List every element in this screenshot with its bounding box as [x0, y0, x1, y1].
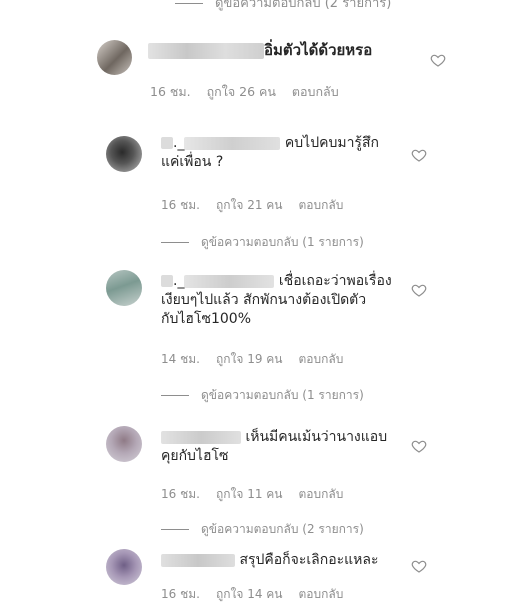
comment-text: คบไปคบมารู้สึก	[280, 135, 379, 151]
comment-meta: 16 ชม. ถูกใจ 26 คน ตอบกลับ	[150, 82, 355, 102]
comment-time: 16 ชม.	[161, 198, 200, 212]
comment-likes[interactable]: ถูกใจ 26 คน	[207, 84, 276, 99]
view-replies-link[interactable]: ดูข้อความตอบกลับ (2 รายการ)	[161, 520, 364, 539]
comment-time: 14 ชม.	[161, 352, 200, 366]
avatar[interactable]	[106, 270, 142, 306]
comment-text: เงียบๆไปแล้ว สักพักนางต้องเปิดตัว	[161, 292, 367, 308]
divider-line	[161, 242, 189, 243]
blurred-username	[184, 136, 281, 150]
comment-meta: 14 ชม. ถูกใจ 19 คน ตอบกลับ	[161, 350, 359, 369]
reply-button[interactable]: ตอบกลับ	[299, 587, 344, 601]
view-replies-label: ดูข้อความตอบกลับ (2 รายการ)	[215, 0, 392, 11]
comment-text: คุยกับไฮโซ	[161, 448, 229, 464]
reply-button[interactable]: ตอบกลับ	[299, 487, 344, 501]
comment-likes[interactable]: ถูกใจ 11 คน	[216, 487, 283, 501]
comment-meta: 16 ชม. ถูกใจ 11 คน ตอบกลับ	[161, 485, 359, 504]
reply-button[interactable]: ตอบกลับ	[299, 352, 344, 366]
avatar[interactable]	[97, 40, 132, 75]
view-replies-link-top[interactable]: ดูข้อความตอบกลับ (2 รายการ)	[175, 0, 391, 13]
avatar[interactable]	[106, 549, 142, 585]
comment-text: กับไฮโซ100%	[161, 311, 251, 327]
comment-meta: 16 ชม. ถูกใจ 14 คน ตอบกลับ	[161, 585, 359, 604]
blurred-username	[161, 275, 173, 287]
view-replies-link[interactable]: ดูข้อความตอบกลับ (1 รายการ)	[161, 386, 364, 405]
comment-time: 16 ชม.	[161, 587, 200, 601]
comment-reply-4: สรุปคือก็จะเลิกอะแหละ	[161, 551, 411, 570]
reply-button[interactable]: ตอบกลับ	[299, 198, 344, 212]
view-replies-label: ดูข้อความตอบกลับ (2 รายการ)	[201, 522, 364, 536]
heart-outline-icon[interactable]	[430, 52, 446, 68]
comment-main: อิ่มตัวได้ด้วยหรอ	[148, 38, 372, 62]
comment-text: อิ่มตัวได้ด้วยหรอ	[264, 41, 373, 59]
divider-line	[161, 529, 189, 530]
view-replies-link[interactable]: ดูข้อความตอบกลับ (1 รายการ)	[161, 233, 364, 252]
comment-time: 16 ชม.	[150, 84, 191, 99]
comment-text: สรุปคือก็จะเลิกอะแหละ	[235, 552, 379, 568]
heart-outline-icon[interactable]	[411, 438, 427, 454]
heart-outline-icon[interactable]	[411, 558, 427, 574]
comment-reply-2: ._ เชื่อเถอะว่าพอเรื่อง เงียบๆไปแล้ว สักพ…	[161, 273, 392, 327]
blurred-username	[161, 430, 241, 444]
avatar[interactable]	[106, 426, 142, 462]
view-replies-label: ดูข้อความตอบกลับ (1 รายการ)	[201, 235, 364, 249]
blurred-username	[161, 137, 173, 149]
blurred-username	[161, 553, 235, 567]
comment-time: 16 ชม.	[161, 487, 200, 501]
comment-likes[interactable]: ถูกใจ 14 คน	[216, 587, 283, 601]
reply-button[interactable]: ตอบกลับ	[292, 84, 339, 99]
divider-line	[175, 3, 203, 4]
blurred-username	[184, 274, 275, 288]
avatar[interactable]	[106, 136, 142, 172]
view-replies-label: ดูข้อความตอบกลับ (1 รายการ)	[201, 388, 364, 402]
comment-text: เชื่อเถอะว่าพอเรื่อง	[274, 273, 392, 289]
comment-likes[interactable]: ถูกใจ 19 คน	[216, 352, 283, 366]
comment-text: เห็นมีคนเม้นว่านางแอบ	[241, 429, 388, 445]
heart-outline-icon[interactable]	[411, 282, 427, 298]
comment-meta: 16 ชม. ถูกใจ 21 คน ตอบกลับ	[161, 196, 359, 215]
blurred-username	[148, 42, 264, 59]
divider-line	[161, 395, 189, 396]
comment-text: แค่เพื่อน ?	[161, 154, 224, 170]
comment-reply-3: เห็นมีคนเม้นว่านางแอบคุยกับไฮโซ	[161, 428, 401, 466]
comment-reply-1: ._ คบไปคบมารู้สึก แค่เพื่อน ?	[161, 135, 379, 170]
comment-likes[interactable]: ถูกใจ 21 คน	[216, 198, 283, 212]
heart-outline-icon[interactable]	[411, 147, 427, 163]
